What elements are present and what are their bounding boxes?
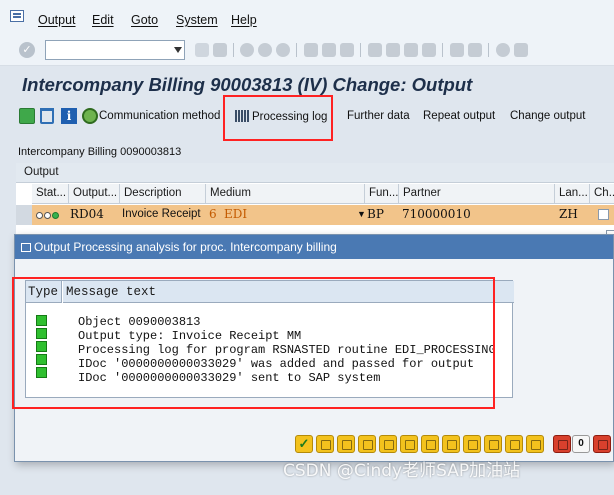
- new-session-icon[interactable]: [450, 43, 464, 57]
- menu-bar: Output Edit Goto System Help: [0, 0, 614, 34]
- stop-icon[interactable]: [593, 435, 611, 453]
- layout-menu-icon[interactable]: [514, 43, 528, 57]
- column-changeable[interactable]: Ch...: [590, 184, 614, 204]
- chevron-down-icon[interactable]: [174, 47, 182, 53]
- back-icon[interactable]: [240, 43, 254, 57]
- message-highlight: [12, 277, 495, 409]
- first-page-icon[interactable]: [368, 43, 382, 57]
- find-next-icon[interactable]: [340, 43, 354, 57]
- error-count-badge: 0: [572, 435, 590, 453]
- medium-dropdown-icon[interactable]: ▼: [357, 209, 366, 219]
- error-icon[interactable]: [553, 435, 571, 453]
- next-page-icon[interactable]: [404, 43, 418, 57]
- delete-icon[interactable]: [40, 108, 54, 124]
- menu-system[interactable]: System: [176, 13, 218, 27]
- column-partner[interactable]: Partner: [399, 184, 555, 204]
- toolbar-divider: [233, 43, 234, 57]
- toolbar-divider: [488, 43, 489, 57]
- status-light-icon: [52, 212, 59, 219]
- command-field[interactable]: [45, 40, 185, 60]
- new-output-icon[interactable]: [19, 108, 35, 124]
- toolbar-divider: [360, 43, 361, 57]
- watermark: CSDN @Cindy老师SAP加油站: [283, 461, 521, 481]
- status-lights: [36, 210, 60, 222]
- table-row[interactable]: RD04 Invoice Receipt 6 EDI ▼ BP 71000001…: [32, 205, 614, 225]
- change-output-button[interactable]: Change output: [510, 110, 585, 122]
- processing-log-highlight: [223, 95, 333, 141]
- column-status[interactable]: Stat...: [32, 184, 69, 204]
- status-light-icon: [44, 212, 51, 219]
- changed-checkbox[interactable]: [598, 209, 609, 220]
- shortcut-icon[interactable]: [468, 43, 482, 57]
- back-double-icon[interactable]: [195, 43, 209, 57]
- medium-cell[interactable]: EDI: [224, 207, 247, 221]
- output-table: Output Stat... Output... Description Med…: [16, 163, 614, 243]
- communication-method-icon[interactable]: [82, 108, 98, 124]
- status-light-icon: [36, 212, 43, 219]
- find-icon[interactable]: [505, 435, 523, 453]
- find-icon[interactable]: [322, 43, 336, 57]
- language-cell: ZH: [559, 207, 578, 221]
- menu-goto[interactable]: Goto: [131, 13, 158, 27]
- further-data-button[interactable]: Further data: [347, 110, 410, 122]
- print-icon[interactable]: [304, 43, 318, 57]
- medium-code-cell: 6: [209, 207, 217, 221]
- menu-edit[interactable]: Edit: [92, 13, 114, 27]
- last-page-icon[interactable]: [422, 43, 436, 57]
- window-icon[interactable]: [10, 10, 24, 22]
- standard-toolbar: ✓: [0, 34, 614, 66]
- previous-page-icon[interactable]: [386, 43, 400, 57]
- cancel-icon[interactable]: [276, 43, 290, 57]
- toolbar-divider: [296, 43, 297, 57]
- partner-cell: 710000010: [402, 207, 471, 221]
- sort-descending-icon[interactable]: [400, 435, 418, 453]
- help-icon[interactable]: [496, 43, 510, 57]
- find-next-icon[interactable]: [526, 435, 544, 453]
- change-layout-icon[interactable]: [442, 435, 460, 453]
- continue-icon[interactable]: ✓: [295, 435, 313, 453]
- save-layout-icon[interactable]: [463, 435, 481, 453]
- page-title: Intercompany Billing 90003813 (IV) Chang…: [22, 74, 473, 95]
- menu-output[interactable]: Output: [38, 13, 76, 27]
- toolbar-divider: [442, 43, 443, 57]
- info-icon[interactable]: i: [61, 108, 77, 124]
- window-icon: [21, 243, 31, 252]
- column-medium[interactable]: Medium: [206, 184, 365, 204]
- enter-icon[interactable]: ✓: [19, 42, 35, 58]
- print-icon[interactable]: [484, 435, 502, 453]
- filter-icon[interactable]: [358, 435, 376, 453]
- column-description[interactable]: Description: [120, 184, 206, 204]
- column-language[interactable]: Lan...: [555, 184, 590, 204]
- menu-help[interactable]: Help: [231, 13, 257, 27]
- exit-icon[interactable]: [258, 43, 272, 57]
- output-section-title: Output: [16, 163, 614, 183]
- communication-method-button[interactable]: Communication method: [99, 110, 220, 122]
- sort-ascending-icon[interactable]: [379, 435, 397, 453]
- dialog-title: Output Processing analysis for proc. Int…: [34, 240, 337, 254]
- description-cell: Invoice Receipt: [122, 208, 201, 220]
- column-output-type[interactable]: Output...: [69, 184, 120, 204]
- document-label: Intercompany Billing 0090003813: [18, 146, 182, 158]
- details-icon[interactable]: [316, 435, 334, 453]
- layout-icon[interactable]: [421, 435, 439, 453]
- column-function[interactable]: Fun...: [365, 184, 399, 204]
- save-icon[interactable]: [213, 43, 227, 57]
- output-type-cell: RD04: [70, 207, 104, 221]
- repeat-output-button[interactable]: Repeat output: [423, 110, 495, 122]
- dialog-title-bar: Output Processing analysis for proc. Int…: [15, 235, 613, 259]
- row-selector[interactable]: [16, 205, 32, 225]
- technical-info-icon[interactable]: [337, 435, 355, 453]
- function-cell: BP: [367, 207, 384, 221]
